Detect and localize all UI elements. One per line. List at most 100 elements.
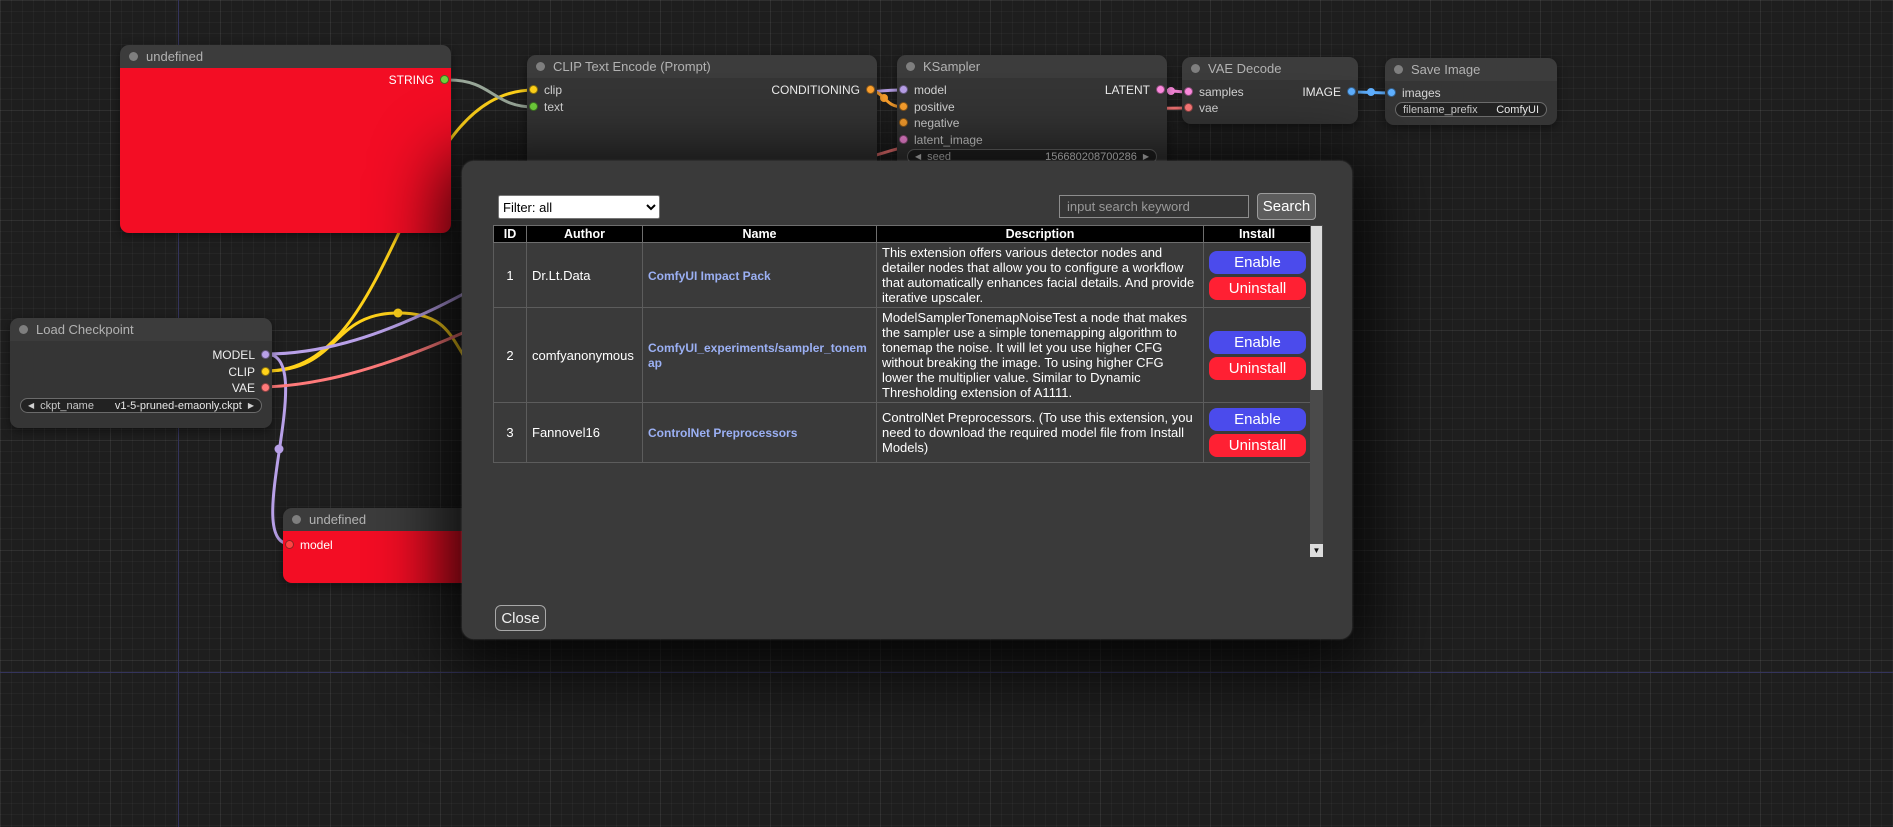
vae-port-icon[interactable] [1184, 103, 1193, 112]
input-port-model[interactable]: model [285, 537, 333, 552]
node-vae-decode[interactable]: VAE Decode samples vae IMAGE [1182, 57, 1358, 124]
input-port-clip[interactable]: clip [529, 82, 562, 97]
ckpt-name-widget[interactable]: ◀ ckpt_name v1-5-pruned-emaonly.ckpt ▶ [20, 398, 262, 413]
node-body[interactable]: model [283, 531, 483, 583]
ext-name-link[interactable]: ComfyUI Impact Pack [648, 269, 771, 283]
port-label: CONDITIONING [771, 83, 860, 97]
port-label: model [300, 538, 333, 552]
model-port-icon[interactable] [899, 85, 908, 94]
node-collapse-dot[interactable] [1394, 65, 1403, 74]
output-port-string[interactable]: STRING [389, 72, 449, 87]
node-title-bar[interactable]: undefined [120, 45, 451, 68]
ext-name-link[interactable]: ComfyUI_experiments/sampler_tonemap [648, 341, 867, 370]
node-clip-text-encode[interactable]: CLIP Text Encode (Prompt) clip text COND… [527, 55, 877, 178]
image-port-icon[interactable] [1347, 87, 1356, 96]
output-port-image[interactable]: IMAGE [1302, 84, 1356, 99]
uninstall-button[interactable]: Uninstall [1209, 434, 1306, 457]
close-button[interactable]: Close [495, 605, 546, 631]
node-undefined-bottom[interactable]: undefined model [283, 508, 483, 583]
port-label: positive [914, 100, 955, 114]
node-title-bar[interactable]: undefined [283, 508, 483, 531]
header-install: Install [1204, 226, 1311, 243]
input-port-samples[interactable]: samples [1184, 84, 1244, 99]
conditioning-port-icon[interactable] [866, 85, 875, 94]
node-title-bar[interactable]: KSampler [897, 55, 1167, 78]
node-body[interactable]: MODEL CLIP VAE ◀ ckpt_name v1-5-pruned-e… [10, 341, 272, 428]
node-collapse-dot[interactable] [1191, 64, 1200, 73]
filter-select[interactable]: Filter: all [498, 195, 660, 219]
latent-port-icon[interactable] [1156, 85, 1165, 94]
node-body[interactable]: model positive negative latent_image LAT… [897, 78, 1167, 170]
search-button[interactable]: Search [1257, 193, 1316, 220]
port-label: vae [1199, 101, 1218, 115]
search-input[interactable] [1059, 195, 1249, 218]
widget-value[interactable]: ComfyUI [1484, 104, 1539, 116]
model-port-icon[interactable] [285, 540, 294, 549]
node-load-checkpoint[interactable]: Load Checkpoint MODEL CLIP VAE ◀ ckpt_na… [10, 318, 272, 428]
enable-button[interactable]: Enable [1209, 408, 1306, 431]
wire-dot-latent [1167, 87, 1175, 95]
node-title-bar[interactable]: CLIP Text Encode (Prompt) [527, 55, 877, 78]
ext-name-link[interactable]: ControlNet Preprocessors [648, 426, 797, 440]
enable-button[interactable]: Enable [1209, 251, 1306, 274]
string-port-icon[interactable] [440, 75, 449, 84]
input-port-negative[interactable]: negative [899, 115, 959, 130]
node-undefined-top[interactable]: undefined STRING [120, 45, 451, 233]
node-collapse-dot[interactable] [906, 62, 915, 71]
ext-id: 2 [494, 308, 527, 403]
output-port-latent[interactable]: LATENT [1105, 82, 1165, 97]
output-port-clip[interactable]: CLIP [228, 364, 270, 379]
scrollbar-thumb[interactable] [1311, 226, 1322, 390]
model-port-icon[interactable] [261, 350, 270, 359]
prev-value-icon[interactable]: ◀ [28, 401, 34, 410]
node-collapse-dot[interactable] [19, 325, 28, 334]
table-row: 3 Fannovel16 ControlNet Preprocessors Co… [494, 403, 1311, 463]
enable-button[interactable]: Enable [1209, 331, 1306, 354]
negative-port-icon[interactable] [899, 118, 908, 127]
node-save-image[interactable]: Save Image images filename_prefix ComfyU… [1385, 58, 1557, 125]
node-collapse-dot[interactable] [536, 62, 545, 71]
next-value-icon[interactable]: ▶ [248, 401, 254, 410]
node-collapse-dot[interactable] [292, 515, 301, 524]
clip-port-icon[interactable] [261, 367, 270, 376]
port-label: STRING [389, 73, 434, 87]
node-body[interactable]: samples vae IMAGE [1182, 80, 1358, 124]
wire-dot-clip [394, 309, 403, 318]
table-row: 2 comfyanonymous ComfyUI_experiments/sam… [494, 308, 1311, 403]
widget-value[interactable]: v1-5-pruned-emaonly.ckpt [100, 400, 242, 412]
scroll-down-icon[interactable]: ▼ [1310, 544, 1323, 557]
images-port-icon[interactable] [1387, 88, 1396, 97]
input-port-text[interactable]: text [529, 99, 563, 114]
clip-port-icon[interactable] [529, 85, 538, 94]
output-port-vae[interactable]: VAE [232, 380, 270, 395]
samples-port-icon[interactable] [1184, 87, 1193, 96]
node-title-bar[interactable]: Save Image [1385, 58, 1557, 81]
widget-name: filename_prefix [1403, 104, 1478, 116]
node-body[interactable]: STRING [120, 68, 451, 233]
vae-port-icon[interactable] [261, 383, 270, 392]
ext-author: Fannovel16 [527, 403, 643, 463]
input-port-latent-image[interactable]: latent_image [899, 132, 983, 147]
input-port-vae[interactable]: vae [1184, 100, 1218, 115]
filename-prefix-widget[interactable]: filename_prefix ComfyUI [1395, 102, 1547, 117]
node-ksampler[interactable]: KSampler model positive negative latent_… [897, 55, 1167, 170]
node-title-label: KSampler [923, 59, 980, 74]
text-port-icon[interactable] [529, 102, 538, 111]
input-port-images[interactable]: images [1387, 85, 1441, 100]
decrement-icon[interactable]: ◀ [915, 152, 921, 161]
node-collapse-dot[interactable] [129, 52, 138, 61]
output-port-conditioning[interactable]: CONDITIONING [771, 82, 875, 97]
uninstall-button[interactable]: Uninstall [1209, 357, 1306, 380]
uninstall-button[interactable]: Uninstall [1209, 277, 1306, 300]
node-body[interactable]: images filename_prefix ComfyUI [1385, 81, 1557, 125]
table-scrollbar[interactable]: ▼ [1310, 225, 1323, 557]
wire-clip-secondary [266, 313, 480, 378]
increment-icon[interactable]: ▶ [1143, 152, 1149, 161]
input-port-model[interactable]: model [899, 82, 947, 97]
output-port-model[interactable]: MODEL [212, 347, 270, 362]
node-title-bar[interactable]: Load Checkpoint [10, 318, 272, 341]
positive-port-icon[interactable] [899, 102, 908, 111]
input-port-positive[interactable]: positive [899, 99, 955, 114]
latent-image-port-icon[interactable] [899, 135, 908, 144]
node-title-bar[interactable]: VAE Decode [1182, 57, 1358, 80]
